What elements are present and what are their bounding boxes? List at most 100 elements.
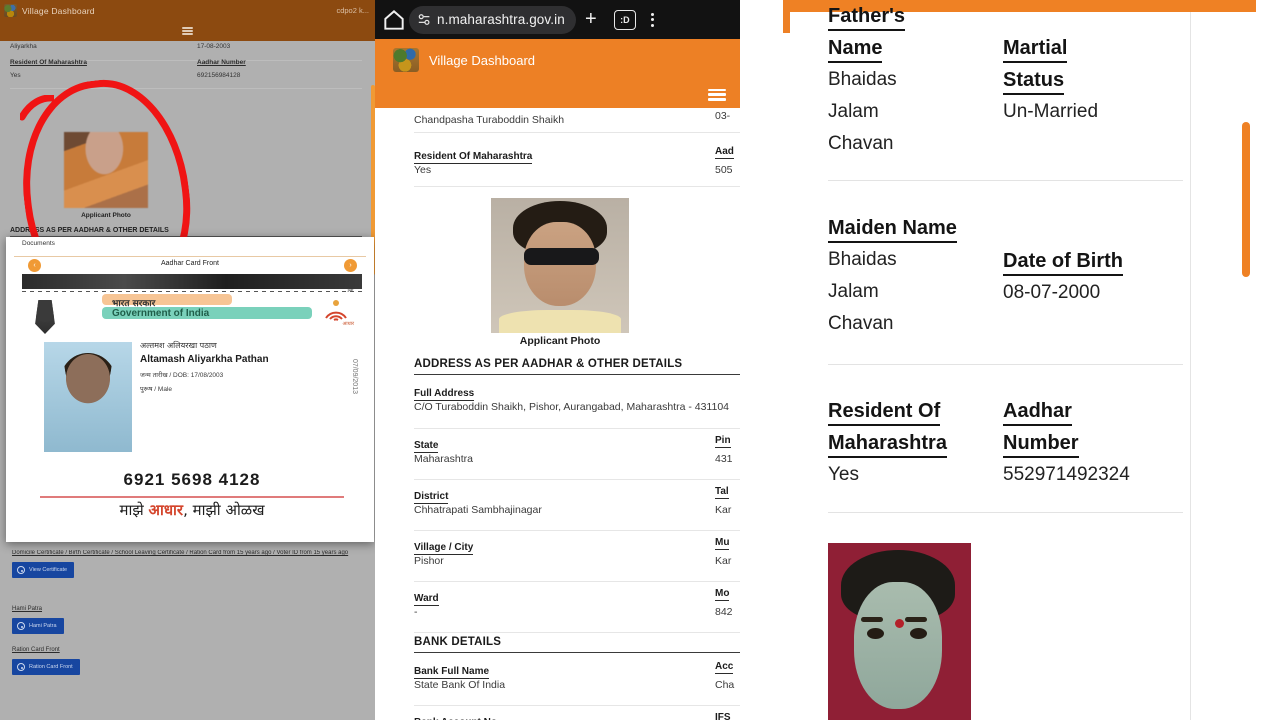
left-panel-village-dashboard: Village Dashboard cdpo2 k... Aliyarkha 1… [0, 0, 375, 720]
resident-label: Resident Of Maharashtra [828, 395, 1003, 459]
divider [40, 496, 344, 498]
tab-count-badge[interactable]: :D [613, 9, 636, 30]
aadhar-card-front-image: ✂ भारत सरकार Government of India आधार अल… [22, 274, 362, 532]
value-text: Bhaidas Jalam Chavan [828, 69, 897, 154]
maiden-name-field: Maiden Name Bhaidas Jalam Chavan [828, 212, 1003, 340]
divider [1003, 364, 1183, 365]
aadhar-name-english: Altamash Aliyarkha Pathan [140, 354, 269, 365]
dob-value-clipped: 03- [715, 110, 731, 122]
date-of-birth-label: Date of Birth [1003, 245, 1188, 277]
card-scan-edge [22, 274, 362, 289]
slogan-suffix: , माझी ओळख [183, 501, 265, 519]
aadhar-uid-number: 6921 5698 4128 [123, 470, 261, 489]
district-label: District [414, 491, 449, 504]
left-field-label: Resident Of Maharashtra [10, 59, 87, 66]
url-bar[interactable]: n.maharashtra.gov.in [409, 5, 576, 34]
village-logo-icon [4, 4, 17, 17]
photo-eyebrow-right [905, 617, 928, 623]
label-line-1: Martial [1003, 37, 1068, 63]
aadhar-portrait-photo [44, 342, 132, 452]
martial-status-value: Un-Married [1003, 101, 1099, 122]
view-hami-patra-button[interactable]: Hami Patra [12, 618, 64, 634]
bank-name-value: State Bank Of India [414, 679, 506, 691]
home-icon[interactable] [381, 7, 407, 33]
left-field-value: Aliyarkha [10, 43, 37, 50]
ward-value: - [414, 606, 418, 618]
app-menubar [375, 81, 740, 108]
label-line-1: Father's [828, 5, 906, 31]
divider [1003, 512, 1183, 513]
applicant-photo [828, 543, 971, 720]
aadhar-label-clipped: Aad [715, 146, 734, 159]
ifsc-label-clipped: IFS [715, 712, 731, 720]
fathers-name-value: Bhaidas Jalam Chavan [828, 64, 993, 160]
site-settings-icon[interactable] [418, 13, 431, 26]
table-row: Ward Mo - 842 [375, 588, 740, 618]
applicant-name-value: Chandpasha Turaboddin Shaikh [414, 114, 565, 126]
eye-icon [17, 566, 25, 574]
plus-icon[interactable]: + [576, 8, 606, 31]
divider [14, 256, 366, 257]
state-label: State [414, 440, 439, 453]
app-header: Village Dashboard [375, 39, 740, 81]
left-field-value: 17-08-2003 [197, 43, 231, 50]
aadhar-dob: जन्म तारीख / DOB: 17/08/2003 [140, 372, 224, 379]
view-certificate-button[interactable]: View Certificate [12, 562, 75, 578]
document-label: Ration Card Front [12, 647, 60, 653]
url-text: n.maharashtra.gov.in [437, 12, 565, 27]
table-row: Village / City Mu Pishor Kar [375, 537, 740, 567]
divider [414, 132, 740, 133]
address-section-title: ADDRESS AS PER AADHAR & OTHER DETAILS [414, 358, 740, 375]
aadhar-slogan: माझे आधार, माझी ओळख [22, 500, 362, 520]
document-label: Hami Patra [12, 606, 43, 612]
decoration-strip [783, 0, 790, 33]
list-item: Hami Patra Hami Patra [12, 606, 64, 635]
mobile-label-clipped: Mo [715, 588, 730, 601]
vertical-scrollbar[interactable] [1242, 122, 1250, 277]
left-menubar [0, 21, 375, 41]
list-item: Ration Card Front Ration Card Front [12, 647, 80, 676]
slogan-prefix: माझे [119, 501, 149, 519]
aadhar-number-label: Aadhar Number [1003, 395, 1203, 459]
aadhar-value-clipped: 505 [715, 164, 733, 176]
aadhar-number-field: Aadhar Number 552971492324 [1003, 395, 1203, 491]
divider [414, 428, 740, 429]
table-row: District Tal Chhatrapati Sambhajinagar K… [375, 486, 740, 516]
account-type-value-clipped: Cha [715, 679, 735, 691]
middle-panel-mobile-browser: n.maharashtra.gov.in + :D Village Dashbo… [375, 0, 790, 720]
left-app-title: Village Dashboard [22, 5, 95, 16]
village-label: Village / City [414, 542, 474, 555]
kebab-menu-icon[interactable] [642, 12, 664, 27]
view-ration-card-front-button[interactable]: Ration Card Front [12, 659, 80, 675]
divider [414, 632, 740, 633]
applicant-photo [491, 198, 629, 333]
table-row: Chandpasha Turaboddin Shaikh 03- [375, 110, 740, 128]
divider [828, 364, 1008, 365]
maiden-name-value: Bhaidas Jalam Chavan [828, 244, 1003, 340]
full-address-value: C/O Turaboddin Shaikh, Pishor, Aurangaba… [414, 401, 730, 413]
divider [828, 180, 1008, 181]
aadhaar-logo-icon [325, 300, 347, 321]
taluka-value-clipped: Kar [715, 504, 732, 516]
resident-of-maharashtra-field: Resident Of Maharashtra Yes [828, 395, 1003, 491]
hamburger-icon[interactable] [708, 88, 726, 101]
aadhar-gender: पुरूष / Male [140, 386, 173, 393]
photo-eye-right [909, 627, 927, 639]
taluka-label-clipped: Tal [715, 486, 729, 499]
button-label: Hami Patra [29, 623, 57, 629]
browser-toolbar: n.maharashtra.gov.in + :D [375, 0, 740, 39]
left-field-value: 692156984128 [197, 72, 241, 79]
carousel-caption: Aadhar Card Front [161, 260, 219, 267]
district-value: Chhatrapati Sambhajinagar [414, 504, 542, 516]
documents-popup-card: Documents ‹ › Aadhar Card Front ✂ भारत स… [6, 237, 374, 542]
full-address-label: Full Address [414, 388, 475, 401]
list-item: Resident Of Maharashtra Yes Aadhar Numbe… [10, 57, 362, 89]
divider [414, 530, 740, 531]
fathers-name-field: Father's Name Bhaidas Jalam Chavan [828, 0, 993, 160]
maiden-name-label: Maiden Name [828, 212, 1003, 244]
martial-status-label: Martial Status [1003, 32, 1183, 96]
left-panel-topbar: Village Dashboard cdpo2 k... [0, 0, 375, 21]
hamburger-icon[interactable] [182, 27, 193, 35]
label-line-2: Name [828, 37, 883, 63]
bank-section-title: BANK DETAILS [414, 636, 740, 653]
